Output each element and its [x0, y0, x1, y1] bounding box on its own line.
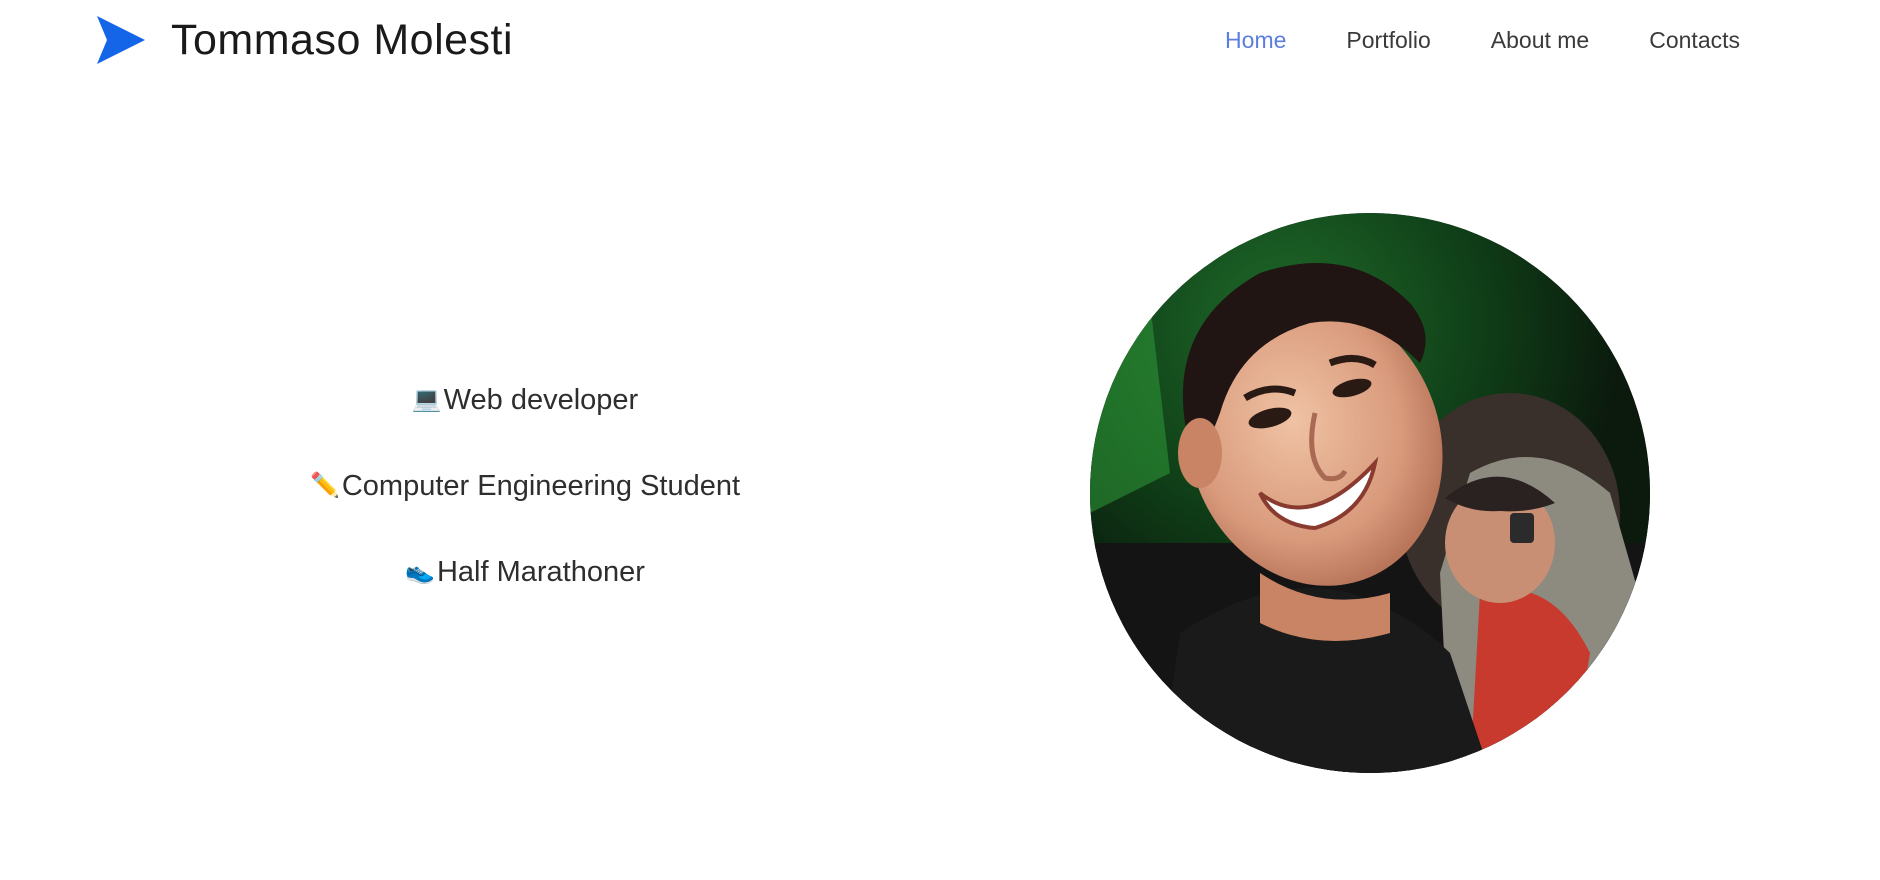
- brand-link[interactable]: Tommaso Molesti: [95, 14, 513, 66]
- nav-item-about-me[interactable]: About me: [1491, 22, 1589, 58]
- role-student: ✏️Computer Engineering Student: [225, 466, 825, 506]
- role-text: Half Marathoner: [436, 556, 645, 588]
- profile-photo-illustration: [1090, 213, 1650, 773]
- nav-item-portfolio[interactable]: Portfolio: [1346, 22, 1430, 58]
- roles-list: 💻Web developer ✏️Computer Engineering St…: [225, 380, 825, 638]
- brand-name: Tommaso Molesti: [171, 16, 514, 64]
- role-web-developer: 💻Web developer: [225, 380, 825, 420]
- nav-item-contacts[interactable]: Contacts: [1649, 22, 1740, 58]
- arrowhead-icon: [97, 16, 145, 64]
- profile-photo: [1090, 213, 1650, 773]
- pencil-icon: ✏️: [309, 472, 340, 499]
- running-shoe-icon: 👟: [405, 558, 435, 585]
- nav-item-home[interactable]: Home: [1225, 22, 1286, 58]
- page: Tommaso Molesti Home Portfolio About me …: [0, 0, 1880, 880]
- role-text: Computer Engineering Student: [341, 470, 741, 502]
- laptop-icon: 💻: [411, 386, 442, 413]
- role-half-marathoner: 👟Half Marathoner: [225, 552, 825, 592]
- role-text: Web developer: [443, 384, 639, 416]
- site-header: Tommaso Molesti Home Portfolio About me …: [0, 0, 1880, 80]
- main-nav: Home Portfolio About me Contacts: [1165, 22, 1740, 58]
